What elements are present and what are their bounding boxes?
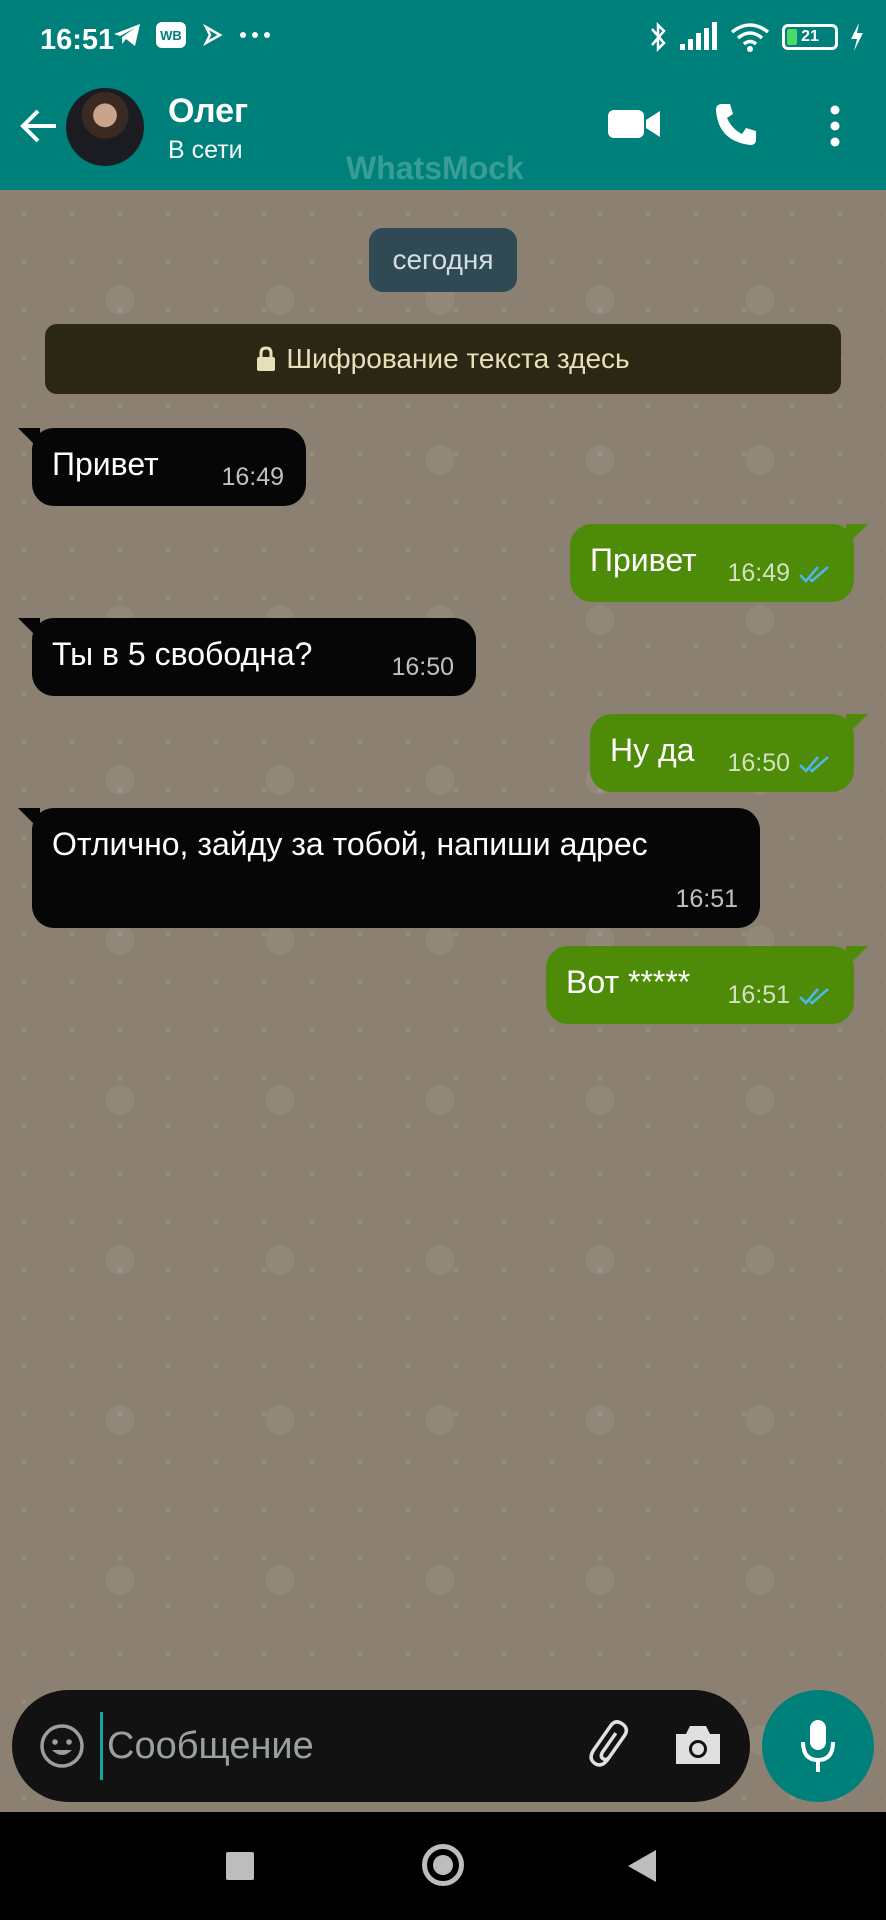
message-time: 16:51 — [675, 885, 738, 914]
message-input[interactable] — [100, 1712, 560, 1780]
telegram-icon — [114, 24, 140, 46]
battery-icon: 21 — [782, 24, 838, 50]
emoji-icon[interactable] — [38, 1722, 86, 1770]
message-incoming[interactable]: Отлично, зайду за тобой, напиши адрес 16… — [18, 808, 760, 928]
charging-icon — [851, 23, 863, 51]
chat-area[interactable]: сегодня Шифрование текста здесь Привет 1… — [0, 190, 886, 1810]
read-ticks-icon — [799, 987, 829, 1005]
message-text: Привет — [590, 542, 697, 578]
message-composer — [12, 1690, 750, 1802]
wb-icon-label: WB — [160, 27, 182, 43]
status-right-icons: 21 — [648, 20, 864, 54]
status-time: 16:51 — [40, 24, 115, 56]
bubble-tail — [846, 714, 868, 736]
message-outgoing[interactable]: Вот ***** 16:51 — [546, 946, 868, 1024]
message-text: Ты в 5 свободна? — [52, 636, 313, 672]
message-incoming[interactable]: Ты в 5 свободна? 16:50 — [18, 618, 476, 696]
system-navigation-bar — [0, 1812, 886, 1920]
mic-icon — [801, 1720, 835, 1772]
message-time-label: 16:49 — [727, 559, 790, 587]
bubble-tail — [846, 946, 868, 968]
bubble-tail — [18, 428, 40, 450]
message-time-label: 16:49 — [221, 463, 284, 491]
bubble-tail — [846, 524, 868, 546]
wifi-icon — [730, 23, 770, 52]
encryption-text: Шифрование текста здесь — [286, 343, 630, 374]
bubble-tail — [18, 618, 40, 640]
contact-name[interactable]: Олег — [168, 92, 248, 131]
contact-status: В сети — [168, 136, 243, 164]
phone-call-icon[interactable] — [712, 100, 760, 148]
mic-button[interactable] — [762, 1690, 874, 1802]
message-time-label: 16:50 — [391, 653, 454, 681]
back-arrow-icon[interactable] — [18, 105, 60, 147]
chat-header: Олег В сети WhatsMock — [0, 80, 886, 190]
camera-icon[interactable] — [672, 1720, 724, 1770]
read-ticks-icon — [799, 755, 829, 773]
status-bar: 16:51 WB 21 — [0, 0, 886, 80]
attach-icon[interactable] — [584, 1718, 640, 1774]
watermark: WhatsMock — [346, 150, 524, 186]
bubble-tail — [18, 808, 40, 830]
message-time: 16:51 — [727, 981, 832, 1010]
avatar[interactable] — [66, 88, 144, 166]
encryption-banner[interactable]: Шифрование текста здесь — [45, 324, 841, 394]
more-notifications-icon — [240, 32, 270, 38]
play-icon — [203, 23, 223, 47]
message-time: 16:49 — [221, 463, 284, 492]
recents-icon[interactable] — [226, 1852, 254, 1880]
message-incoming[interactable]: Привет 16:49 — [18, 428, 306, 506]
battery-level: 21 — [801, 28, 819, 45]
read-ticks-icon — [799, 565, 829, 583]
message-time-label: 16:51 — [727, 981, 790, 1009]
message-time: 16:50 — [391, 653, 454, 682]
message-outgoing[interactable]: Ну да 16:50 — [590, 714, 868, 792]
message-time-label: 16:50 — [727, 749, 790, 777]
wb-icon: WB — [156, 22, 186, 48]
message-time: 16:49 — [727, 559, 832, 588]
more-vert-icon[interactable] — [820, 104, 850, 148]
status-left-icons: WB — [112, 22, 272, 48]
message-text: Ну да — [610, 732, 695, 768]
message-text: Отлично, зайду за тобой, напиши адрес — [52, 826, 648, 862]
lock-icon — [257, 346, 276, 371]
date-chip: сегодня — [369, 228, 517, 292]
bluetooth-icon — [651, 21, 666, 53]
back-icon[interactable] — [628, 1850, 656, 1882]
home-icon[interactable] — [422, 1844, 464, 1886]
message-outgoing[interactable]: Привет 16:49 — [570, 524, 868, 602]
video-call-icon[interactable] — [606, 104, 662, 144]
message-text: Привет — [52, 446, 159, 482]
signal-icon — [680, 22, 717, 50]
message-time: 16:50 — [727, 749, 832, 778]
message-time-label: 16:51 — [675, 885, 738, 913]
message-text: Вот ***** — [566, 964, 691, 1000]
